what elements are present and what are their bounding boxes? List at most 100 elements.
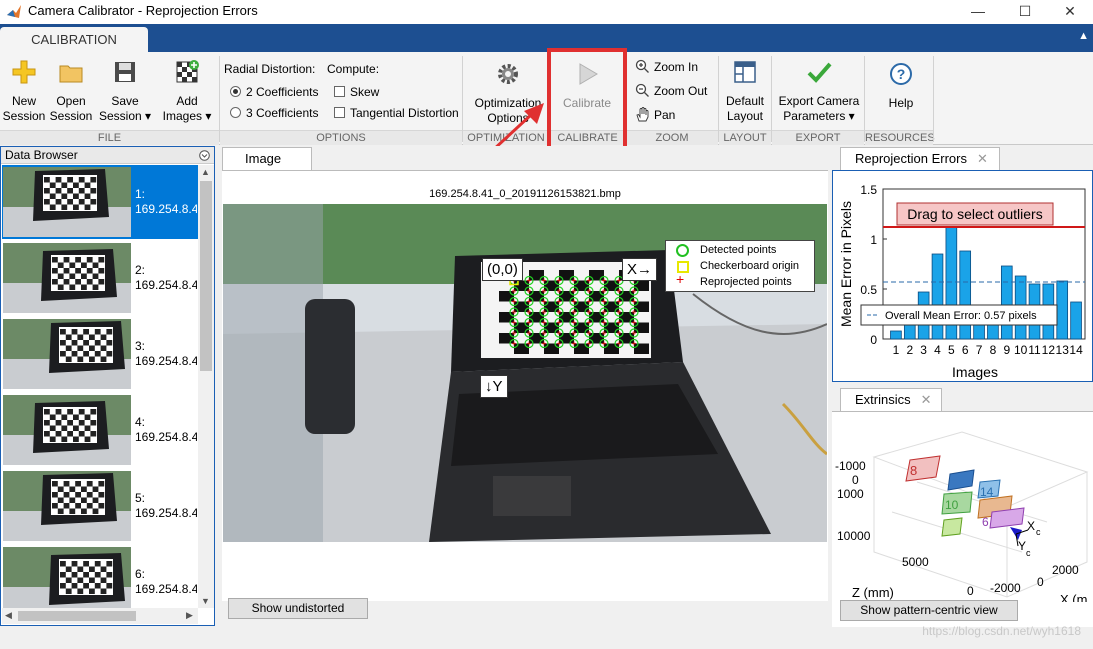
scroll-right-icon[interactable]: ▶: [186, 610, 193, 621]
error-bar-14: [1070, 301, 1082, 340]
y-axis-label: ↓Y: [480, 375, 508, 398]
thumbnail-label: 1: 169.254.8.4: [135, 187, 197, 217]
detected-point-marker-icon: [676, 244, 689, 257]
close-button[interactable]: ✕: [1047, 0, 1093, 24]
tab-calibration[interactable]: CALIBRATION: [0, 27, 148, 52]
scroll-left-icon[interactable]: ◀: [5, 610, 12, 621]
group-label-resources: RESOURCES: [865, 130, 935, 145]
folder-icon: [59, 65, 83, 83]
extrinsics-3d-plot: -1000 0 1000 10000 5000 0 Z (mm) 2000 0 …: [835, 431, 1089, 607]
save-session-label-2: Session ▾: [98, 109, 152, 123]
legend-reprojected: Reprojected points: [700, 276, 792, 288]
thumbnail-item[interactable]: 3: 169.254.8.4: [2, 317, 198, 391]
thumbnail-item[interactable]: 4: 169.254.8.4: [2, 393, 198, 467]
matlab-icon: [7, 5, 21, 18]
thumbnail-name: 169.254.8.4: [135, 278, 197, 292]
collapse-ribbon-icon[interactable]: ▲: [1078, 30, 1089, 42]
thumbnail-item[interactable]: 5: 169.254.8.4: [2, 469, 198, 543]
thumbnail-index: 2:: [135, 263, 146, 277]
save-session-button[interactable]: Save Session ▾: [98, 58, 152, 124]
svg-text:?: ?: [897, 66, 906, 82]
thumbnail-label: 5: 169.254.8.4: [135, 491, 197, 521]
legend-origin: Checkerboard origin: [700, 260, 800, 272]
image-filename: 169.254.8.41_0_20191126153821.bmp: [429, 188, 621, 200]
pattern-centric-view-button[interactable]: Show pattern-centric view: [840, 600, 1018, 621]
zoom-in-button[interactable]: Zoom In: [635, 59, 698, 74]
add-images-button[interactable]: Add Images ▾: [158, 58, 216, 124]
panel-menu-icon[interactable]: [199, 150, 210, 161]
maximize-button[interactable]: ☐: [1002, 0, 1048, 24]
thumbnail-name: 169.254.8.4: [135, 506, 197, 520]
x-tick-label: 7: [976, 343, 983, 357]
radio-selected-icon: [230, 86, 241, 97]
zoom-in-icon: [635, 59, 649, 73]
reprojection-errors-panel: Reprojection Errors ✕ 0 0.5 1 1.5 1 2 3 4 5 6 7 8 9 10…: [832, 146, 1093, 382]
thumbnail-label: 2: 169.254.8.4: [135, 263, 197, 293]
help-button[interactable]: ? Help: [874, 60, 928, 111]
x-tick-label: 14: [1069, 343, 1083, 357]
horizontal-scrollbar[interactable]: ◀ ▶: [2, 608, 198, 624]
extrinsics-plot-area[interactable]: -1000 0 1000 10000 5000 0 Z (mm) 2000 0 …: [832, 411, 1093, 627]
tab-extrinsics[interactable]: Extrinsics ✕: [840, 388, 942, 411]
default-layout-button[interactable]: Default Layout: [721, 58, 769, 124]
thumbnail-item[interactable]: 2: 169.254.8.4: [2, 241, 198, 315]
radial-2-coefficients-radio[interactable]: 2 Coefficients: [230, 85, 319, 99]
help-icon: ?: [890, 63, 912, 85]
tab-reprojection-errors[interactable]: Reprojection Errors ✕: [840, 147, 1000, 170]
camera-y-subscript: c: [1026, 548, 1031, 558]
x-axis-label: Images: [952, 364, 998, 380]
thumbnail-index: 1:: [135, 187, 146, 201]
x-tick-label: 5: [948, 343, 955, 357]
close-tab-icon[interactable]: ✕: [921, 392, 932, 407]
scrollbar-thumb[interactable]: [18, 611, 136, 621]
scroll-up-icon[interactable]: ▲: [201, 167, 210, 177]
open-session-button[interactable]: Open Session: [49, 58, 93, 124]
checkmark-icon: [807, 62, 832, 83]
thumbnail-index: 3:: [135, 339, 146, 353]
thumbnail-name: 169.254.8.4: [135, 582, 197, 596]
add-images-icon: [176, 60, 199, 83]
x-tick-3: -2000: [990, 581, 1021, 595]
thumbnail-label: 6: 169.254.8.4: [135, 567, 197, 597]
radio-icon: [230, 107, 241, 118]
close-tab-icon[interactable]: ✕: [977, 151, 988, 166]
error-bar-1: [890, 330, 902, 340]
board-label-10: 10: [945, 498, 959, 512]
extrinsics-tab-label: Extrinsics: [855, 392, 911, 407]
origin-label: (0,0): [482, 258, 523, 281]
minimize-button[interactable]: —: [955, 0, 1001, 24]
export-camera-parameters-button[interactable]: Export Camera Parameters ▾: [776, 58, 862, 124]
add-images-label-1: Add: [176, 94, 198, 108]
scrollbar-thumb[interactable]: [200, 181, 212, 371]
data-browser-header: Data Browser: [1, 147, 214, 164]
scroll-down-icon[interactable]: ▼: [201, 596, 210, 606]
reprojection-bar-chart[interactable]: 00.511.51 2 3 4 5 6 7 8 9 10 11 12 13 14Drag to selec…: [833, 171, 1092, 381]
x-tick-label: 12: [1042, 343, 1056, 357]
pan-label: Pan: [654, 108, 676, 122]
skew-checkbox[interactable]: Skew: [334, 85, 379, 99]
x-tick-label: 9: [1003, 343, 1010, 357]
x-tick-label: 1: [893, 343, 900, 357]
radial-3-coefficients-radio[interactable]: 3 Coefficients: [230, 106, 319, 120]
thumbnail-item[interactable]: 1: 169.254.8.4: [2, 165, 198, 239]
tab-image[interactable]: Image: [222, 147, 312, 170]
board-2: [947, 469, 975, 491]
open-session-label-2: Session: [49, 109, 93, 123]
thumbnail-image: [3, 547, 131, 617]
extrinsics-panel: Extrinsics ✕ -1000 0 1000 10000 5000 0 Z …: [832, 386, 1093, 627]
y-axis-label: Mean Error in Pixels: [838, 201, 854, 327]
pan-button[interactable]: Pan: [635, 107, 675, 122]
thumbnail-image: [3, 167, 131, 237]
thumbnail-index: 6:: [135, 567, 146, 581]
error-bar-6: [959, 250, 972, 340]
new-session-button[interactable]: New Session: [2, 58, 46, 124]
board-4: [941, 517, 963, 537]
z-axis-label: Z (mm): [852, 585, 894, 600]
show-undistorted-button[interactable]: Show undistorted: [228, 598, 368, 619]
vertical-scrollbar[interactable]: ▲ ▼: [198, 165, 214, 608]
x-tick-label: 11: [1028, 343, 1041, 357]
group-label-export: EXPORT: [772, 130, 864, 145]
thumbnail-index: 4:: [135, 415, 146, 429]
zoom-out-button[interactable]: Zoom Out: [635, 83, 707, 98]
ribbon-separator: [933, 56, 934, 142]
